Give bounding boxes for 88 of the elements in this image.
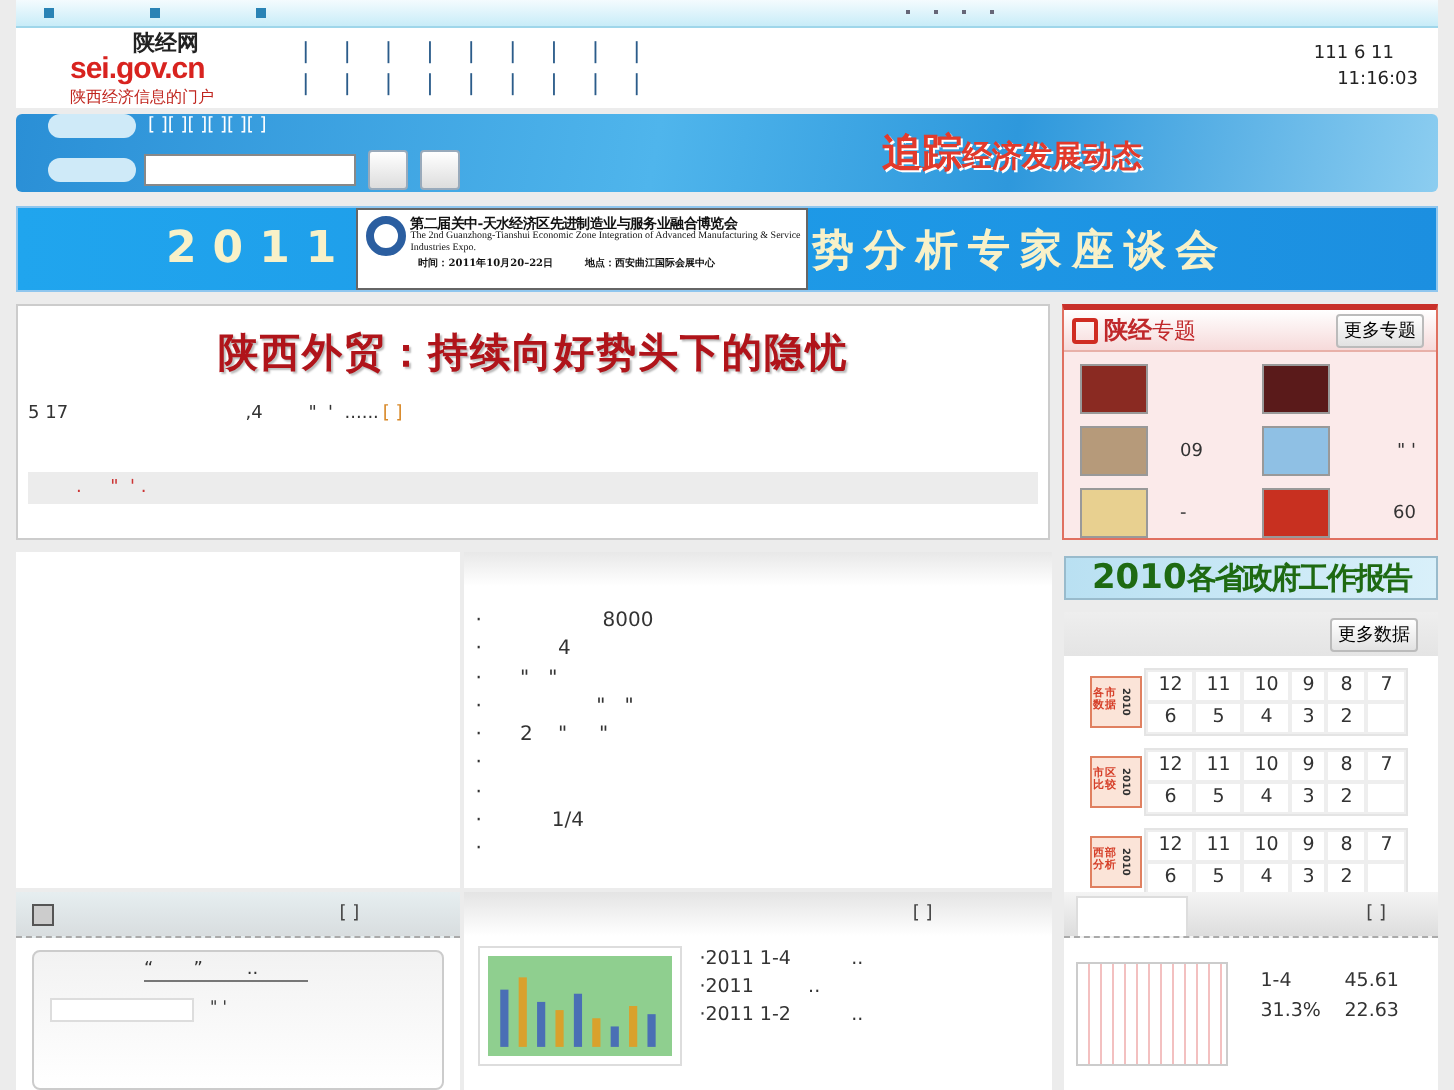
news-link[interactable]: · 4 xyxy=(475,638,1053,663)
square-icon xyxy=(150,7,160,18)
table-cell[interactable]: 6 xyxy=(1146,782,1195,814)
table-cell[interactable]: 7 xyxy=(1366,750,1407,782)
photo-placeholder[interactable] xyxy=(1080,364,1148,414)
news-link[interactable]: · xyxy=(475,752,1053,777)
slogan-keyword: 追踪 xyxy=(882,125,962,180)
table-cell[interactable]: 3 xyxy=(1290,702,1327,734)
news-link[interactable]: · xyxy=(475,781,1053,806)
gear-icon xyxy=(366,215,407,255)
topics-brand: 陕经 xyxy=(1104,313,1152,347)
table-cell[interactable]: 11 xyxy=(1194,670,1243,702)
topic-caption[interactable]: " ' xyxy=(1397,441,1416,461)
headline-title[interactable]: 陕西外贸：持续向好势头下的隐忧 xyxy=(28,326,1038,380)
table-cell[interactable]: 2 xyxy=(1326,782,1367,814)
slogan-text: 经济发展动态 xyxy=(962,137,1142,176)
stat-label: 31.3% xyxy=(1260,1000,1323,1022)
stat-value: 45.61 xyxy=(1344,970,1399,992)
logo-domain: sei.gov.cn xyxy=(70,51,205,86)
news-link[interactable]: · xyxy=(475,838,1053,863)
expand-icon xyxy=(32,903,54,925)
stat-value: 22.63 xyxy=(1344,1000,1399,1022)
more-data-button[interactable]: 更多数据 xyxy=(1330,617,1418,651)
table-cell[interactable]: 9 xyxy=(1290,830,1327,862)
nav-separators: | | | | | | | | | xyxy=(302,38,642,65)
table-cell[interactable]: 12 xyxy=(1146,830,1195,862)
logo-name: 陕经网 xyxy=(132,27,199,56)
label-pill xyxy=(48,158,136,183)
table-cell[interactable]: 12 xyxy=(1146,750,1195,782)
table-cell[interactable]: 10 xyxy=(1242,830,1291,862)
table-cell[interactable]: 5 xyxy=(1194,782,1243,814)
label-pill xyxy=(48,114,136,139)
more-topics-button[interactable]: 更多专题 xyxy=(1336,313,1424,347)
quote-text: “ ” xyxy=(144,960,203,980)
table-cell[interactable]: 10 xyxy=(1242,670,1291,702)
topic-caption[interactable]: - xyxy=(1180,503,1187,523)
topics-title: 专题 xyxy=(1152,315,1196,345)
table-cell[interactable]: 11 xyxy=(1194,830,1243,862)
report-year: 2010 xyxy=(1091,558,1187,598)
banner-year: 2011 xyxy=(166,224,353,274)
time-text: 11:16:03 xyxy=(1337,70,1418,91)
table-cell[interactable]: 4 xyxy=(1242,702,1291,734)
news-link[interactable]: · 2 " " xyxy=(475,724,1053,749)
news-link[interactable]: ·2011 .. xyxy=(699,976,864,1000)
image-placeholder xyxy=(50,998,194,1022)
table-cell[interactable]: 10 xyxy=(1242,750,1291,782)
table-cell[interactable]: 7 xyxy=(1366,670,1407,702)
table-cell[interactable]: 8 xyxy=(1326,670,1367,702)
report-title: 各省政府工作报告 xyxy=(1186,559,1411,597)
table-cell[interactable]: 8 xyxy=(1326,750,1367,782)
table-cell[interactable]: 12 xyxy=(1146,670,1195,702)
topic-caption[interactable]: 09 xyxy=(1180,441,1203,461)
photo-placeholder[interactable] xyxy=(1262,364,1330,414)
news-link[interactable]: ·2011 1-2 .. xyxy=(699,1004,864,1028)
banner-title: 势分析专家座谈会 xyxy=(812,223,1229,277)
table-cell[interactable]: 9 xyxy=(1290,750,1327,782)
summary-text: 5 17 ,4 " ' ...... xyxy=(28,404,379,424)
square-icon xyxy=(44,7,54,18)
table-cell[interactable]: 11 xyxy=(1194,750,1243,782)
news-link[interactable]: · 8000 xyxy=(475,610,1053,634)
table-cell[interactable]: 9 xyxy=(1290,670,1327,702)
date-text: 111 6 11 xyxy=(1313,44,1394,65)
search-button[interactable] xyxy=(368,150,408,191)
nav-separators: | | | | | | | | | xyxy=(302,70,642,97)
topic-caption[interactable]: 60 xyxy=(1393,503,1416,523)
stat-label: 1-4 xyxy=(1260,970,1294,992)
more-link[interactable]: [ ] xyxy=(912,904,933,924)
tab[interactable] xyxy=(1076,896,1189,936)
more-link[interactable]: [ ] xyxy=(339,904,360,924)
dots-text: .. xyxy=(246,960,259,980)
table-cell[interactable]: 3 xyxy=(1290,782,1327,814)
news-link[interactable]: · " " xyxy=(475,695,1053,720)
news-link[interactable]: · " " xyxy=(475,667,1053,692)
news-link[interactable]: · 1/4 xyxy=(475,810,1053,835)
table-cell[interactable]: 2 xyxy=(1326,702,1367,734)
table-cell[interactable]: 5 xyxy=(1194,702,1243,734)
table-cell[interactable]: 4 xyxy=(1242,782,1291,814)
table-cell[interactable]: 7 xyxy=(1366,830,1407,862)
logo-tagline: 陕西经济信息的门户 xyxy=(70,85,216,108)
search-field[interactable] xyxy=(144,154,356,187)
table-cell[interactable]: 8 xyxy=(1326,830,1367,862)
caption-text: " ' xyxy=(210,998,227,1020)
table-cell[interactable]: 6 xyxy=(1146,702,1195,734)
square-icon xyxy=(256,7,266,18)
more-link[interactable]: [ ] xyxy=(1366,904,1386,924)
news-link[interactable]: ·2011 1-4 .. xyxy=(699,948,864,972)
ticker-text: . " ' . xyxy=(76,478,147,498)
advanced-button[interactable] xyxy=(420,150,460,191)
